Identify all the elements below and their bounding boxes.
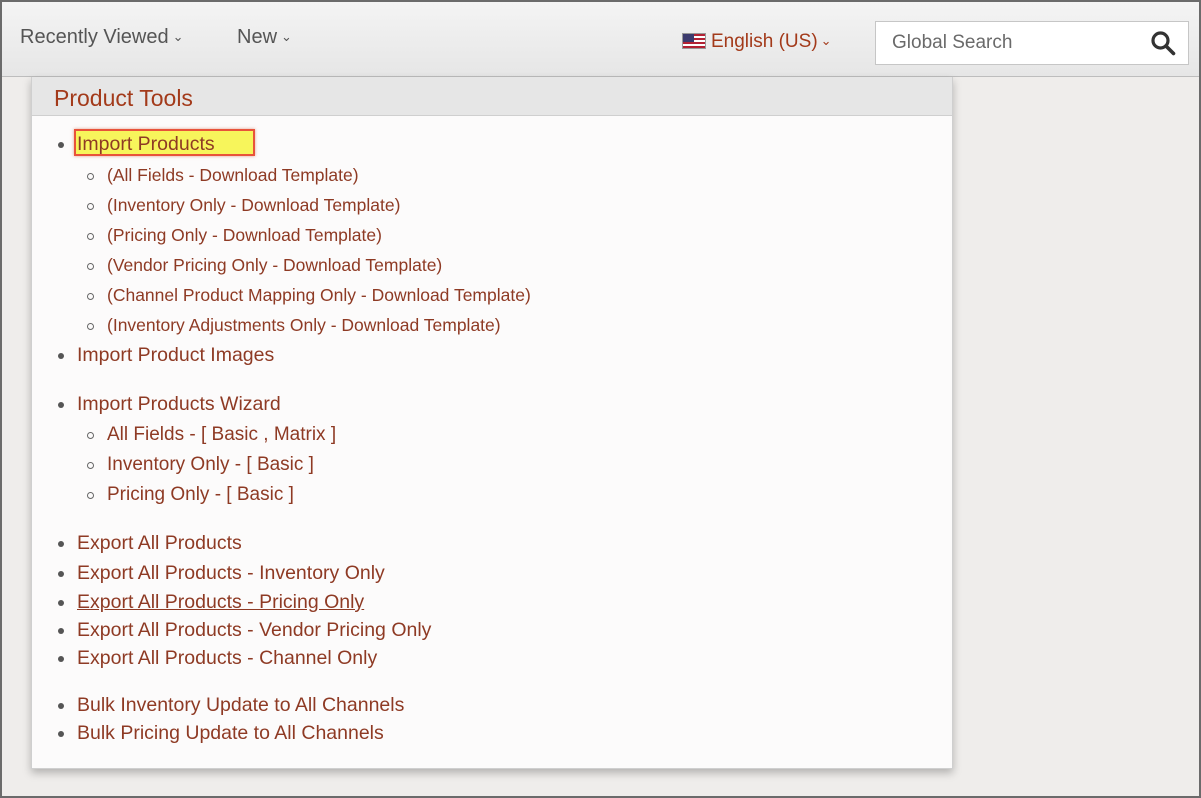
search-icon[interactable]: [1150, 30, 1176, 56]
export-all-products-link[interactable]: Export All Products: [58, 532, 242, 555]
language-selector[interactable]: English (US) ⌄: [682, 31, 832, 53]
new-label: New: [237, 26, 278, 48]
export-pricing-only-link[interactable]: Export All Products - Pricing Only: [57, 591, 364, 614]
all-fields-template-link[interactable]: (All Fields - Download Template): [87, 165, 359, 186]
bulk-inventory-update-link[interactable]: Bulk Inventory Update to All Channels: [57, 694, 404, 717]
wizard-pricing-only-link[interactable]: Pricing Only - [ Basic ]: [87, 484, 294, 506]
import-products-link[interactable]: Import Products: [58, 133, 215, 156]
panel-title: Product Tools: [32, 77, 952, 116]
recently-viewed-label: Recently Viewed: [20, 26, 169, 48]
vendor-pricing-template-link[interactable]: (Vendor Pricing Only - Download Template…: [86, 255, 442, 276]
top-navigation-bar: Recently Viewed ⌄ New ⌄ English (US) ⌄: [2, 2, 1199, 77]
pricing-only-template-link[interactable]: (Pricing Only - Download Template): [87, 225, 382, 246]
bulk-pricing-update-link[interactable]: Bulk Pricing Update to All Channels: [58, 722, 384, 745]
product-tools-panel: Product Tools Import Products (All Field…: [31, 77, 953, 769]
chevron-down-icon: ⌄: [281, 29, 292, 44]
inventory-adjustments-template-link[interactable]: (Inventory Adjustments Only - Download T…: [87, 315, 501, 336]
import-products-wizard-link[interactable]: Import Products Wizard: [58, 393, 281, 416]
chevron-down-icon: ⌄: [820, 33, 832, 48]
global-search: [875, 21, 1189, 65]
language-label: English (US): [711, 31, 818, 52]
import-product-images-link[interactable]: Import Product Images: [57, 344, 274, 367]
us-flag-icon: [682, 33, 706, 49]
recently-viewed-menu[interactable]: Recently Viewed ⌄: [20, 26, 184, 49]
chevron-down-icon: ⌄: [172, 29, 184, 44]
export-channel-only-link[interactable]: Export All Products - Channel Only: [57, 647, 377, 670]
wizard-inventory-only-link[interactable]: Inventory Only - [ Basic ]: [87, 454, 314, 476]
inventory-only-template-link[interactable]: (Inventory Only - Download Template): [86, 195, 400, 216]
new-menu[interactable]: New ⌄: [237, 26, 292, 49]
export-vendor-pricing-only-link[interactable]: Export All Products - Vendor Pricing Onl…: [57, 619, 431, 642]
channel-product-mapping-template-link[interactable]: (Channel Product Mapping Only - Download…: [87, 285, 531, 306]
global-search-input[interactable]: [876, 22, 1168, 64]
wizard-all-fields-link[interactable]: All Fields - [ Basic , Matrix ]: [86, 424, 336, 446]
export-inventory-only-link[interactable]: Export All Products - Inventory Only: [58, 562, 385, 585]
